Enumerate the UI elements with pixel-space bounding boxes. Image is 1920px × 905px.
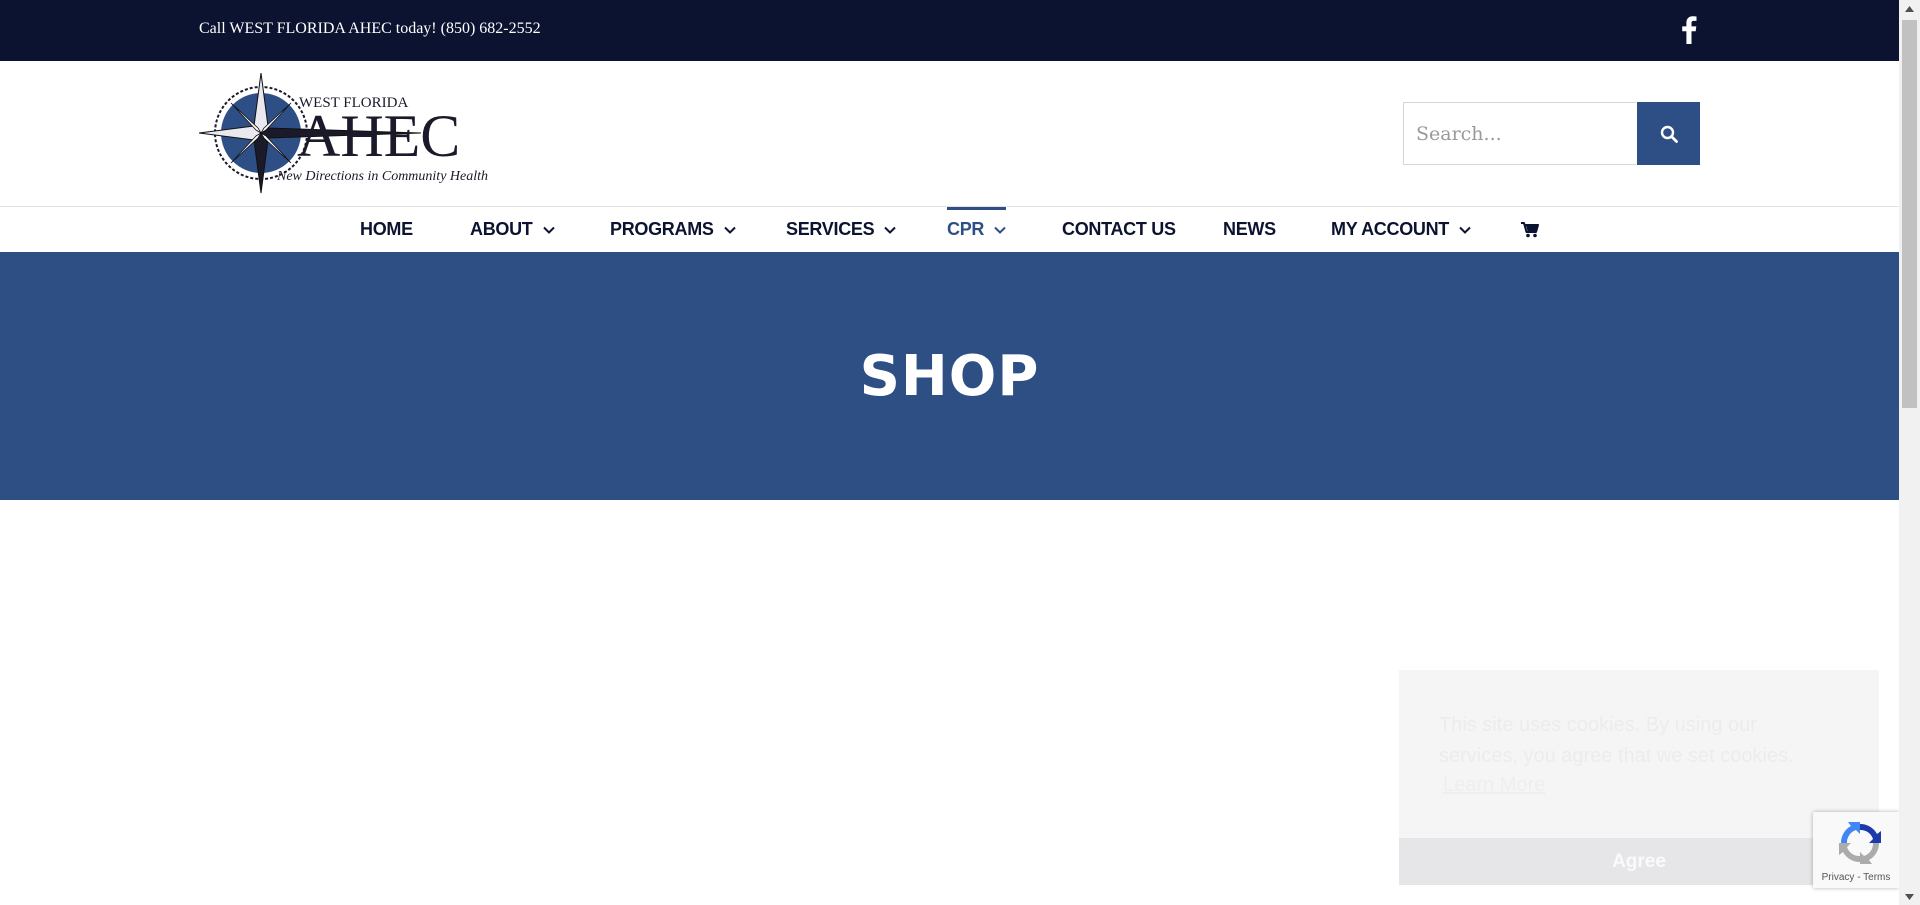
- nav-label: MY ACCOUNT: [1331, 219, 1449, 239]
- nav-label: CONTACT US: [1062, 219, 1176, 239]
- chevron-down-icon: [994, 226, 1006, 234]
- top-bar: Call WEST FLORIDA AHEC today! (850) 682-…: [0, 0, 1899, 61]
- cart-button[interactable]: [1521, 207, 1539, 252]
- cart-icon: [1521, 221, 1539, 237]
- nav-item-services[interactable]: SERVICES: [786, 207, 897, 252]
- page: Call WEST FLORIDA AHEC today! (850) 682-…: [0, 0, 1899, 905]
- nav-label: NEWS: [1223, 219, 1276, 239]
- site-header: WEST FLORIDA AHEC New Directions in Comm…: [0, 61, 1899, 207]
- recaptcha-privacy-link[interactable]: Privacy: [1822, 872, 1855, 883]
- recaptcha-links: Privacy - Terms: [1813, 872, 1899, 883]
- nav-item-cpr[interactable]: CPR: [947, 207, 1007, 252]
- recaptcha-icon: [1839, 822, 1881, 864]
- vertical-scrollbar[interactable]: [1899, 0, 1920, 905]
- nav-item-news[interactable]: NEWS: [1223, 207, 1276, 252]
- nav-item-my-account[interactable]: MY ACCOUNT: [1331, 207, 1471, 252]
- nav-label: CPR: [947, 219, 985, 239]
- cookie-notice: This site uses cookies. By using our ser…: [1399, 670, 1879, 885]
- logo-main-text: AHEC: [297, 103, 460, 169]
- nav-label: PROGRAMS: [610, 219, 714, 239]
- search-input[interactable]: [1403, 102, 1636, 165]
- page-title: SHOP: [859, 344, 1040, 409]
- nav-label: ABOUT: [470, 219, 533, 239]
- chevron-down-icon: [884, 226, 897, 234]
- nav-label: HOME: [360, 219, 413, 239]
- main-nav: HOME ABOUT PROGRAMS SERVICES CPR CONTACT…: [0, 207, 1899, 252]
- nav-item-home[interactable]: HOME: [360, 207, 413, 252]
- recaptcha-badge[interactable]: Privacy - Terms: [1813, 812, 1899, 888]
- nav-item-contact-us[interactable]: CONTACT US: [1062, 207, 1176, 252]
- chevron-down-icon: [542, 226, 555, 234]
- search-icon: [1660, 125, 1678, 143]
- agree-button[interactable]: Agree: [1399, 838, 1879, 885]
- recaptcha-separator: -: [1854, 872, 1864, 883]
- facebook-icon[interactable]: [1680, 16, 1698, 44]
- nav-item-programs[interactable]: PROGRAMS: [610, 207, 736, 252]
- nav-label: SERVICES: [786, 219, 875, 239]
- search-form: [1403, 102, 1700, 165]
- page-title-bar: SHOP: [0, 252, 1899, 500]
- nav-item-about[interactable]: ABOUT: [470, 207, 555, 252]
- site-logo[interactable]: WEST FLORIDA AHEC New Directions in Comm…: [199, 73, 509, 195]
- scroll-down-arrow-icon[interactable]: [1899, 888, 1920, 905]
- chevron-down-icon: [723, 226, 736, 234]
- chevron-down-icon: [1459, 226, 1471, 234]
- logo-tagline: New Directions in Community Health: [276, 169, 488, 184]
- recaptcha-terms-link[interactable]: Terms: [1863, 872, 1890, 883]
- learn-more-link[interactable]: Learn More: [1443, 774, 1545, 797]
- scroll-up-arrow-icon[interactable]: [1899, 0, 1920, 17]
- search-button[interactable]: [1637, 102, 1700, 165]
- cookie-message: This site uses cookies. By using our ser…: [1439, 714, 1794, 767]
- phone-text: Call WEST FLORIDA AHEC today! (850) 682-…: [199, 20, 541, 37]
- scrollbar-thumb[interactable]: [1902, 20, 1917, 408]
